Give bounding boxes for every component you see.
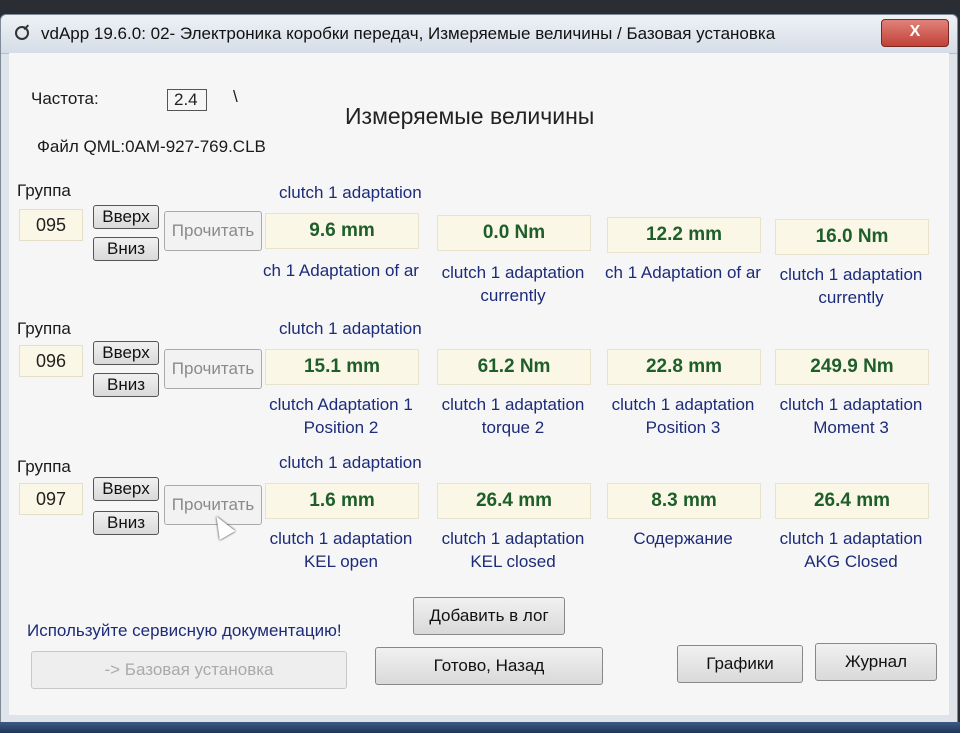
value-field: 12.2 mm bbox=[607, 217, 761, 253]
value-description: Содержание bbox=[633, 529, 733, 548]
value-description: ch 1 Adaptation of ar bbox=[605, 263, 761, 282]
value-description: clutch 1 adaptation Position 3 bbox=[611, 395, 755, 437]
value-description: ch 1 Adaptation of ar bbox=[263, 261, 419, 280]
graphs-button[interactable]: Графики bbox=[677, 645, 803, 683]
group-number-field[interactable]: 096 bbox=[19, 345, 83, 377]
group-number-field[interactable]: 095 bbox=[19, 209, 83, 241]
value-field: 22.8 mm bbox=[607, 349, 761, 385]
value-description: clutch 1 adaptation KEL open bbox=[269, 529, 413, 571]
frequency-field[interactable]: 2.4 bbox=[167, 89, 207, 111]
group-down-button[interactable]: Вниз bbox=[93, 511, 159, 535]
read-button[interactable]: Прочитать bbox=[164, 211, 262, 251]
group-down-button[interactable]: Вниз bbox=[93, 373, 159, 397]
value-description: clutch 1 adaptation currently bbox=[441, 263, 585, 305]
group-label: Группа bbox=[17, 457, 71, 476]
group-down-button[interactable]: Вниз bbox=[93, 237, 159, 261]
group-up-button[interactable]: Вверх bbox=[93, 341, 159, 365]
service-doc-note: Используйте сервисную документацию! bbox=[27, 621, 342, 640]
group-up-button[interactable]: Вверх bbox=[93, 205, 159, 229]
group-header: clutch 1 adaptation bbox=[279, 319, 422, 338]
basic-setting-button[interactable]: -> Базовая установка bbox=[31, 651, 347, 689]
value-field: 1.6 mm bbox=[265, 483, 419, 519]
group-label: Группа bbox=[17, 319, 71, 338]
journal-button[interactable]: Журнал bbox=[815, 643, 937, 681]
value-description: clutch 1 adaptation torque 2 bbox=[441, 395, 585, 437]
value-description: clutch Adaptation 1 Position 2 bbox=[269, 395, 413, 437]
page-title: Измеряемые величины bbox=[345, 103, 595, 129]
value-field: 9.6 mm bbox=[265, 213, 419, 249]
add-to-log-button[interactable]: Добавить в лог bbox=[413, 597, 565, 635]
title-bar: vdApp 19.6.0: 02- Электроника коробки пе… bbox=[1, 15, 957, 54]
value-field: 16.0 Nm bbox=[775, 219, 929, 255]
app-window: vdApp 19.6.0: 02- Электроника коробки пе… bbox=[0, 14, 958, 726]
value-field: 8.3 mm bbox=[607, 483, 761, 519]
app-icon bbox=[12, 23, 32, 43]
group-number-field[interactable]: 097 bbox=[19, 483, 83, 515]
window-title: vdApp 19.6.0: 02- Электроника коробки пе… bbox=[41, 24, 776, 43]
group-up-button[interactable]: Вверх bbox=[93, 477, 159, 501]
done-back-button[interactable]: Готово, Назад bbox=[375, 647, 603, 685]
value-field: 0.0 Nm bbox=[437, 215, 591, 251]
frequency-label: Частота: bbox=[31, 89, 99, 108]
read-button[interactable]: Прочитать bbox=[164, 349, 262, 389]
close-button[interactable]: X bbox=[881, 19, 949, 47]
value-description: clutch 1 adaptation Moment 3 bbox=[779, 395, 923, 437]
file-label: Файл QML:0AM-927-769.CLB bbox=[37, 137, 266, 156]
value-description: clutch 1 adaptation currently bbox=[779, 265, 923, 307]
client-area: Частота: 2.4 \ Измеряемые величины Файл … bbox=[9, 53, 949, 715]
taskbar bbox=[0, 722, 960, 733]
group-label: Группа bbox=[17, 181, 71, 200]
value-field: 15.1 mm bbox=[265, 349, 419, 385]
value-description: clutch 1 adaptation KEL closed bbox=[441, 529, 585, 571]
value-field: 249.9 Nm bbox=[775, 349, 929, 385]
group-header: clutch 1 adaptation bbox=[279, 183, 422, 202]
value-description: clutch 1 adaptation AKG Closed bbox=[779, 529, 923, 571]
value-field: 26.4 mm bbox=[775, 483, 929, 519]
value-field: 61.2 Nm bbox=[437, 349, 591, 385]
frequency-indicator: \ bbox=[233, 87, 238, 106]
value-field: 26.4 mm bbox=[437, 483, 591, 519]
group-header: clutch 1 adaptation bbox=[279, 453, 422, 472]
